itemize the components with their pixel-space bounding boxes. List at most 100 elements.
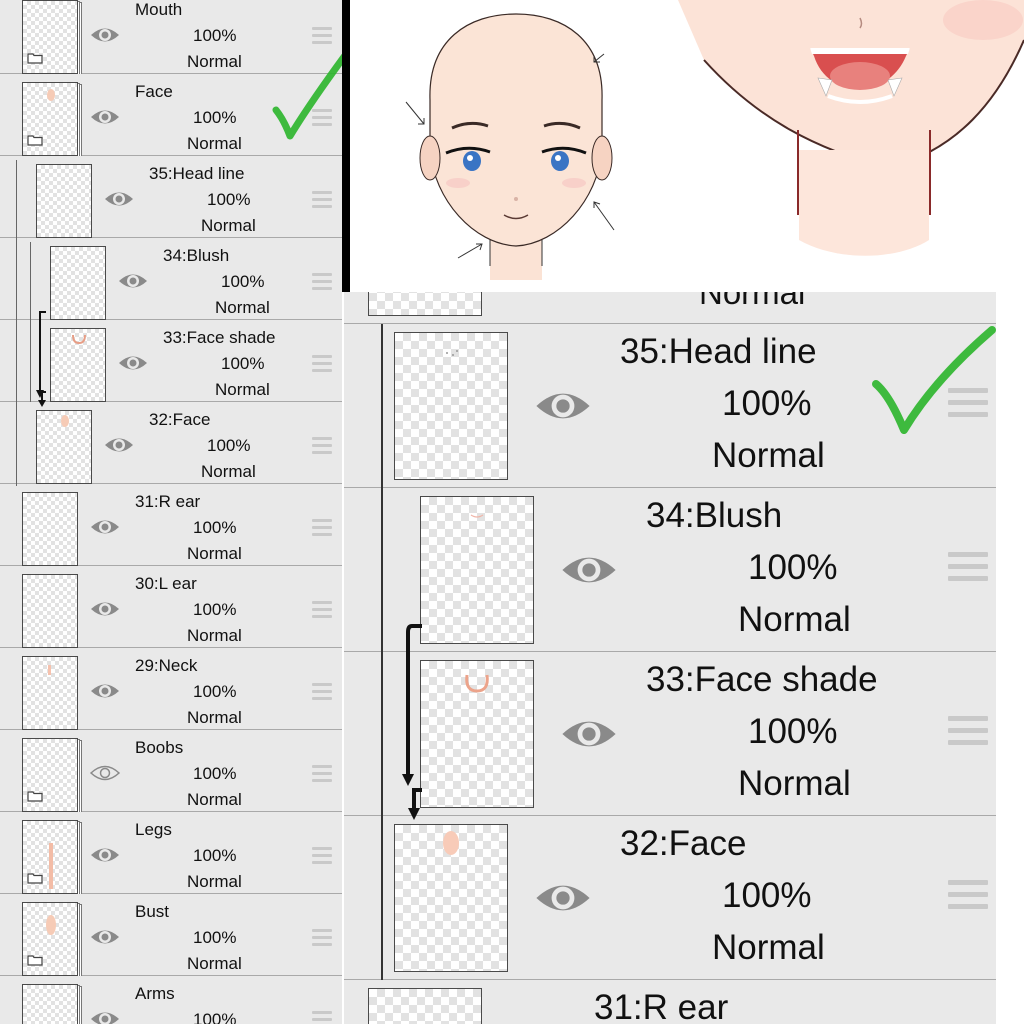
- layer-panel-zoomed: Normal 35:Head line 100% Normal 34:Blush 10…: [344, 292, 996, 1024]
- layer-thumbnail[interactable]: [394, 824, 508, 972]
- layer-row[interactable]: Arms100%Normal: [0, 976, 342, 1024]
- drag-handle-icon[interactable]: [312, 765, 332, 786]
- layer-row[interactable]: 32:Face 100% Normal: [0, 402, 342, 484]
- drag-handle-bar: [312, 355, 332, 358]
- layer-row[interactable]: 34:Blush 100% Normal: [344, 488, 996, 652]
- drag-handle-bar: [312, 847, 332, 850]
- eye-icon[interactable]: [90, 107, 120, 132]
- eye-icon[interactable]: [104, 435, 134, 460]
- layer-blend-mode[interactable]: Normal: [712, 928, 825, 968]
- drag-handle-icon[interactable]: [312, 437, 332, 458]
- eye-icon[interactable]: [118, 353, 148, 378]
- layer-blend-mode[interactable]: Normal: [187, 872, 242, 892]
- layer-blend-mode[interactable]: Normal: [738, 764, 851, 804]
- layer-name: 34:Blush: [646, 496, 783, 535]
- drag-handle-icon[interactable]: [312, 1011, 332, 1024]
- layer-thumbnail[interactable]: [22, 656, 78, 730]
- eye-hidden-icon[interactable]: [89, 763, 121, 788]
- layer-row[interactable]: 33:Face shade 100% Normal: [344, 652, 996, 816]
- layer-thumbnail[interactable]: [420, 496, 534, 644]
- layer-blend-mode[interactable]: Normal: [187, 134, 242, 154]
- layer-opacity: 100%: [193, 600, 237, 619]
- layer-thumbnail[interactable]: [22, 574, 78, 648]
- layer-row[interactable]: Legs 100% Normal: [0, 812, 342, 896]
- layer-thumbnail[interactable]: [36, 410, 92, 484]
- layer-blend-mode[interactable]: Normal: [215, 298, 270, 318]
- layer-row[interactable]: 29:Neck 100% Normal: [0, 648, 342, 730]
- layer-thumbnail[interactable]: [22, 82, 78, 156]
- drag-handle-icon[interactable]: [312, 929, 332, 950]
- layer-blend-mode[interactable]: Normal: [187, 52, 242, 72]
- layer-row-partial[interactable]: 31:R ear: [344, 980, 996, 1024]
- layer-blend-mode[interactable]: Normal: [738, 600, 851, 640]
- layer-opacity: 100%: [722, 384, 812, 423]
- layer-thumbnail[interactable]: [22, 0, 78, 74]
- eye-icon[interactable]: [534, 387, 592, 430]
- eye-icon[interactable]: [90, 25, 120, 50]
- drag-handle-bar: [312, 690, 332, 693]
- eye-icon[interactable]: [90, 927, 120, 952]
- layer-row[interactable]: 30:L ear 100% Normal: [0, 566, 342, 648]
- eye-icon[interactable]: [560, 551, 618, 594]
- layer-blend-mode[interactable]: Normal: [699, 292, 805, 312]
- eye-icon[interactable]: [534, 879, 592, 922]
- eye-icon[interactable]: [90, 599, 120, 624]
- layer-thumbnail[interactable]: [22, 492, 78, 566]
- layer-thumbnail[interactable]: [36, 164, 92, 238]
- layer-panel-left: Mouth 100% Normal Face 100% Normal 35:Head l…: [0, 0, 350, 1024]
- layer-blend-mode[interactable]: Normal: [187, 708, 242, 728]
- drag-handle-bar: [312, 765, 332, 768]
- eye-icon[interactable]: [90, 681, 120, 706]
- layer-row-partial[interactable]: Normal: [344, 292, 996, 324]
- layer-opacity: 100%: [748, 712, 838, 751]
- eye-icon[interactable]: [90, 845, 120, 870]
- layer-blend-mode[interactable]: Normal: [187, 954, 242, 974]
- drag-handle-bar: [312, 1011, 332, 1014]
- drag-handle-bar: [948, 892, 988, 897]
- layer-blend-mode[interactable]: Normal: [712, 436, 825, 476]
- layer-blend-mode[interactable]: Normal: [215, 380, 270, 400]
- drag-handle-icon[interactable]: [312, 191, 332, 212]
- layer-thumbnail[interactable]: [50, 246, 106, 320]
- drag-handle-icon[interactable]: [312, 601, 332, 622]
- drag-handle-icon[interactable]: [312, 273, 332, 294]
- layer-blend-mode[interactable]: Normal: [187, 790, 242, 810]
- layer-thumbnail[interactable]: [22, 984, 78, 1024]
- eye-icon[interactable]: [90, 517, 120, 542]
- drag-handle-icon[interactable]: [312, 847, 332, 868]
- drag-handle-icon[interactable]: [312, 683, 332, 704]
- layer-row[interactable]: 32:Face 100% Normal: [344, 816, 996, 980]
- eye-icon[interactable]: [118, 271, 148, 296]
- artwork-canvas: [358, 0, 1024, 292]
- layer-thumbnail[interactable]: [368, 988, 482, 1024]
- layer-thumbnail[interactable]: [420, 660, 534, 808]
- layer-blend-mode[interactable]: Normal: [201, 462, 256, 482]
- eye-icon[interactable]: [104, 189, 134, 214]
- layer-thumbnail[interactable]: [394, 332, 508, 480]
- layer-thumbnail[interactable]: [50, 328, 106, 402]
- layer-row[interactable]: Bust 100% Normal: [0, 894, 342, 978]
- drag-handle-icon[interactable]: [312, 519, 332, 540]
- eye-icon[interactable]: [560, 715, 618, 758]
- drag-handle-bar: [312, 280, 332, 283]
- layer-row[interactable]: 34:Blush 100% Normal: [0, 238, 342, 320]
- layer-blend-mode[interactable]: Normal: [201, 216, 256, 236]
- layer-blend-mode[interactable]: Normal: [187, 626, 242, 646]
- eye-icon[interactable]: [90, 1009, 120, 1024]
- layer-opacity: 100%: [193, 846, 237, 865]
- drag-handle-icon[interactable]: [948, 552, 988, 588]
- drag-handle-icon[interactable]: [312, 355, 332, 376]
- layer-thumbnail[interactable]: [22, 820, 78, 894]
- layer-row[interactable]: 35:Head line 100% Normal: [0, 156, 342, 238]
- drag-handle-icon[interactable]: [948, 716, 988, 752]
- layer-row[interactable]: Boobs 100% Normal: [0, 730, 342, 814]
- layer-name: 33:Face shade: [163, 328, 276, 347]
- layer-thumbnail[interactable]: [22, 738, 78, 812]
- layer-row[interactable]: 31:R ear 100% Normal: [0, 484, 342, 566]
- layer-blend-mode[interactable]: Normal: [187, 544, 242, 564]
- layer-row[interactable]: 33:Face shade 100% Normal: [0, 320, 342, 402]
- layer-thumbnail[interactable]: [368, 292, 482, 316]
- drag-handle-icon[interactable]: [948, 880, 988, 916]
- layer-thumbnail[interactable]: [22, 902, 78, 976]
- drag-handle-bar: [312, 34, 332, 37]
